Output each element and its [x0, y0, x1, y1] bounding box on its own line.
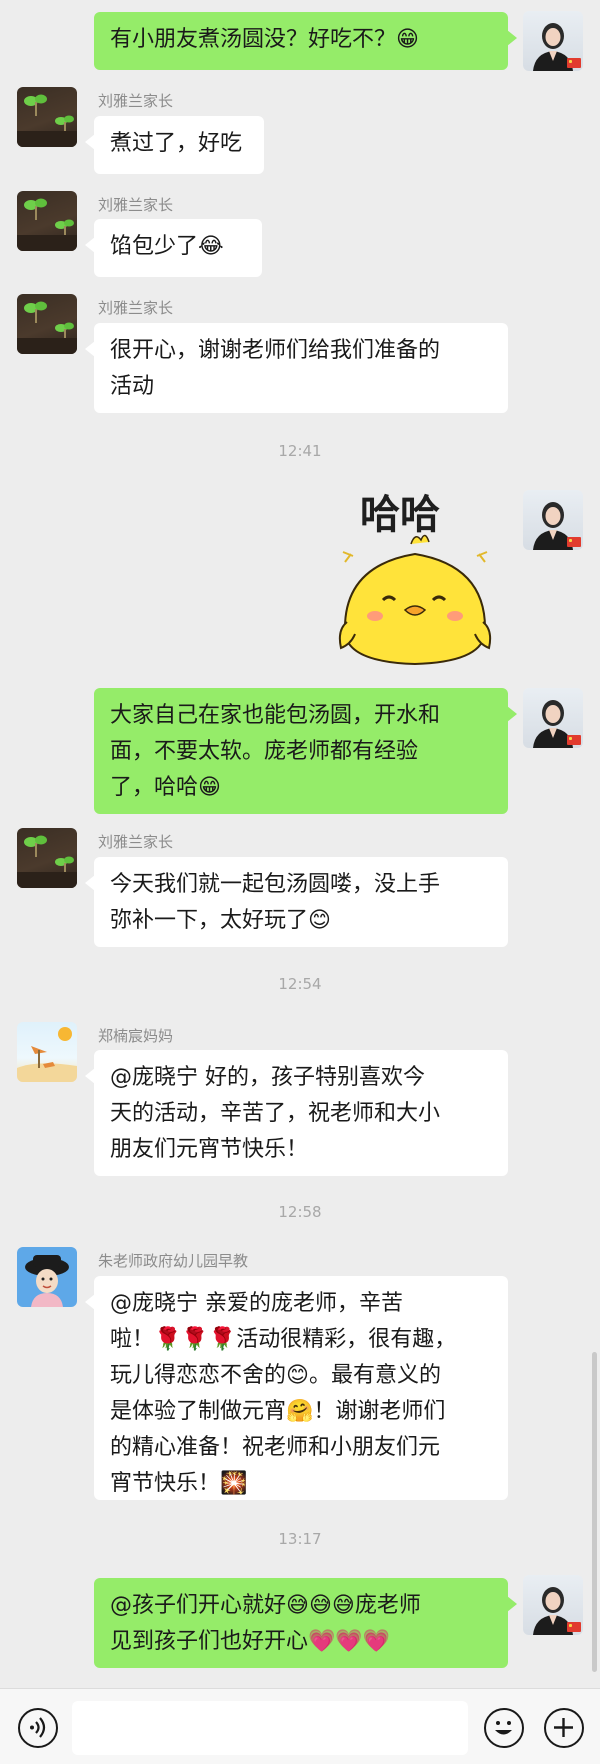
message-bubble-other[interactable]: 很开心，谢谢老师们给我们准备的 活动: [85, 323, 508, 413]
sweat-smile-emoji: 😅😅😅: [286, 1593, 355, 1618]
fireworks-emoji: 🎇: [220, 1471, 248, 1496]
emoji-icon: [495, 1721, 512, 1735]
timestamp: 13:17: [278, 1530, 322, 1548]
message-bubble-other[interactable]: @庞晓宁 亲爱的庞老师，辛苦 啦！🌹🌹🌹活动很精彩，很有趣， 玩儿得恋恋不舍的😊…: [85, 1276, 508, 1500]
avatar-parent-liu[interactable]: [17, 191, 77, 251]
laugh-cry-emoji: 😂: [198, 234, 224, 259]
heart-emoji: 💗💗💗: [308, 1629, 391, 1654]
message-text-line: ！谢谢老师们: [313, 1399, 446, 1424]
message-text-line: 见到孩子们也好开心: [110, 1629, 309, 1654]
message-text: 煮过了，好吃: [110, 131, 243, 156]
avatar-self[interactable]: [523, 490, 583, 550]
avatar-parent-liu[interactable]: [17, 87, 77, 147]
sender-name: 刘雅兰家长: [98, 92, 174, 110]
chick-icon: [338, 534, 492, 666]
flag-icon: [567, 537, 581, 547]
message-text-line: 活动: [110, 374, 155, 399]
avatar-self[interactable]: [523, 688, 583, 748]
sender-name: 朱老师政府幼儿园早教: [98, 1252, 249, 1270]
message-text-line: 啦！: [110, 1327, 155, 1352]
message-bubble-self[interactable]: @孩子们开心就好😅😅😅庞老师 见到孩子们也好开心💗💗💗: [94, 1578, 517, 1668]
message-text-line: 宵节快乐！: [110, 1471, 221, 1496]
input-bar: [0, 1688, 600, 1764]
avatar-self[interactable]: [523, 11, 583, 71]
rose-emoji: 🌹🌹🌹: [154, 1327, 237, 1352]
smile-emoji: 😊: [286, 1363, 309, 1388]
avatar-parent-zheng[interactable]: [17, 1022, 77, 1082]
grin-emoji: 😁: [396, 27, 419, 52]
message-text-line: 今天我们就一起包汤圆喽，没上手: [110, 872, 441, 897]
message-text-line: 大家自己在家也能包汤圆，开水和: [110, 703, 441, 728]
message-bubble-other[interactable]: @庞晓宁 好的，孩子特别喜欢今 天的活动，辛苦了，祝老师和大小 朋友们元宵节快乐…: [85, 1050, 508, 1176]
message-bubble-self[interactable]: 大家自己在家也能包汤圆，开水和 面，不要太软。庞老师都有经验 了，哈哈😁: [94, 688, 517, 814]
message-text-line: 。最有意义的: [308, 1363, 441, 1388]
message-text-line: @庞晓宁 亲爱的庞老师，辛苦: [110, 1291, 403, 1316]
emoji-button[interactable]: [484, 1708, 524, 1748]
timestamp: 12:54: [278, 975, 322, 993]
voice-button[interactable]: [18, 1708, 58, 1748]
flag-icon: [567, 1622, 581, 1632]
message-text-line: @庞晓宁 好的，孩子特别喜欢今: [110, 1065, 425, 1090]
message-text-line: 天的活动，辛苦了，祝老师和大小: [110, 1101, 441, 1126]
sender-name: 郑楠宸妈妈: [98, 1027, 174, 1045]
message-bubble-self[interactable]: 有小朋友煮汤圆没？好吃不？😁: [94, 12, 517, 70]
message-bubble-other[interactable]: 馅包少了😂: [85, 219, 262, 277]
message-text-line: 是体验了制做元宵: [110, 1399, 287, 1424]
sender-name: 刘雅兰家长: [98, 196, 174, 214]
sprout-avatar-icon: [17, 94, 77, 147]
sprout-avatar-icon: [17, 198, 77, 251]
message-text-line: 庞老师: [354, 1593, 421, 1618]
chat-history[interactable]: 有小朋友煮汤圆没？好吃不？😁 刘雅兰家长 煮过了，好吃 刘雅兰家长 馅包少了😂 …: [0, 0, 600, 1688]
voice-icon: [30, 1717, 46, 1738]
chick-sticker[interactable]: 哈哈: [325, 482, 505, 667]
message-text-line: 朋友们元宵节快乐！: [110, 1137, 309, 1162]
timestamp: 12:41: [278, 442, 322, 460]
sprout-avatar-icon: [17, 835, 77, 888]
plus-button[interactable]: [544, 1708, 584, 1748]
message-text-line: 弥补一下，太好玩了: [110, 908, 309, 933]
message-text-line: 活动很精彩，很有趣，: [236, 1327, 457, 1352]
message-input[interactable]: [72, 1701, 468, 1755]
message-text-line: 的精心准备！祝老师和小朋友们元: [110, 1435, 441, 1460]
message-text-line: 玩儿得恋恋不舍的: [110, 1363, 287, 1388]
message-text-line: @孩子们开心就好: [110, 1593, 287, 1618]
sender-name: 刘雅兰家长: [98, 299, 174, 317]
message-text-line: 面，不要太软。庞老师都有经验: [110, 739, 419, 764]
avatar-self[interactable]: [523, 1575, 583, 1635]
flag-icon: [567, 735, 581, 745]
timestamp: 12:58: [278, 1203, 322, 1221]
sprout-avatar-icon: [17, 301, 77, 354]
plus-icon: [554, 1718, 573, 1737]
beach-avatar-icon: [17, 1027, 77, 1082]
avatar-parent-liu[interactable]: [17, 828, 77, 888]
flag-icon: [567, 58, 581, 68]
cartoon-avatar-icon: [25, 1255, 69, 1307]
message-bubble-other[interactable]: 煮过了，好吃: [85, 116, 264, 174]
message-bubble-other[interactable]: 今天我们就一起包汤圆喽，没上手 弥补一下，太好玩了😊: [85, 857, 508, 947]
message-text-line: 了，哈哈: [110, 775, 199, 800]
scrollbar[interactable]: [592, 1352, 597, 1672]
message-text-line: 很开心，谢谢老师们给我们准备的: [110, 338, 441, 363]
sender-name: 刘雅兰家长: [98, 833, 174, 851]
grin-emoji: 😁: [198, 775, 221, 800]
smile-emoji: 😊: [308, 908, 331, 933]
avatar-parent-liu[interactable]: [17, 294, 77, 354]
message-text: 馅包少了: [110, 234, 199, 259]
message-text: 有小朋友煮汤圆没？好吃不？: [110, 27, 397, 52]
avatar-teacher-zhu[interactable]: [17, 1247, 77, 1307]
hug-emoji: 🤗: [286, 1399, 314, 1424]
